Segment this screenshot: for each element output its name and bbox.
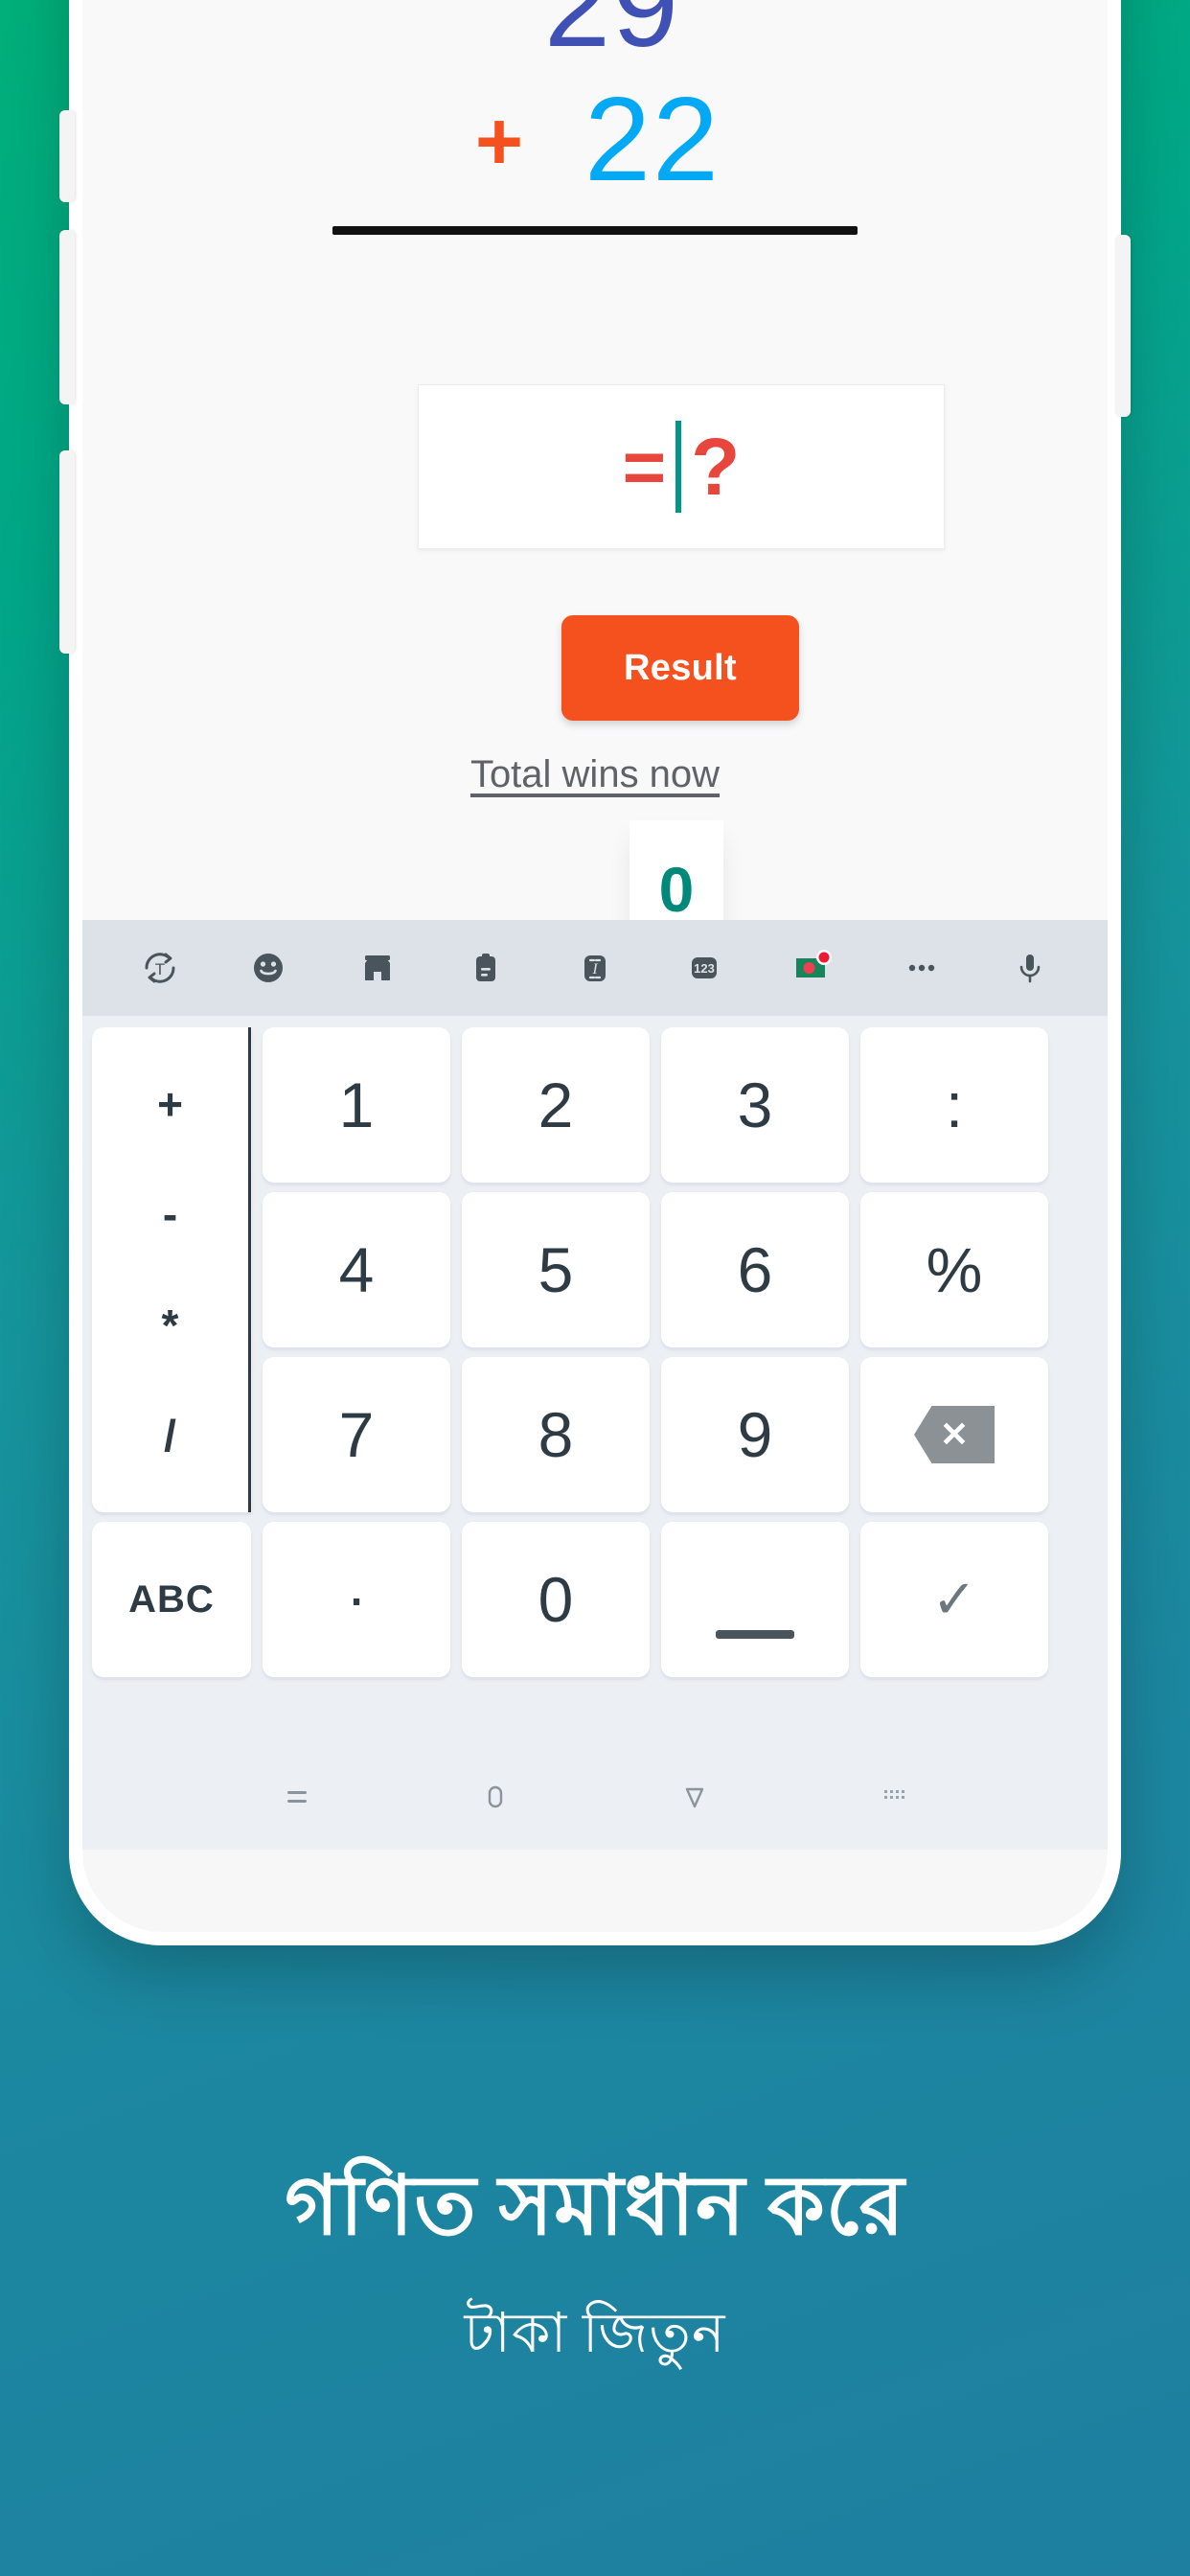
key-divide[interactable]: / xyxy=(164,1414,176,1458)
phone-screen: 29 + 22 = ? Result Total wins now 0 T I … xyxy=(82,0,1108,1932)
checkmark-icon: ✓ xyxy=(931,1569,977,1629)
key-enter[interactable]: ✓ xyxy=(860,1522,1048,1677)
tagline-line-1: গণিত সমাধান করে xyxy=(285,2160,905,2252)
phone-mockup: 29 + 22 = ? Result Total wins now 0 T I … xyxy=(59,0,1131,1945)
key-7[interactable]: 7 xyxy=(263,1357,450,1512)
result-button[interactable]: Result xyxy=(561,615,799,721)
operator-symbol: + xyxy=(474,96,524,188)
operator-row: + 22 xyxy=(437,80,753,199)
equals-sign: = xyxy=(622,425,667,509)
total-wins-value: 0 xyxy=(658,854,695,925)
more-options-icon[interactable] xyxy=(888,934,955,1001)
operand-bottom: 22 xyxy=(584,74,721,206)
key-multiply[interactable]: * xyxy=(162,1303,179,1347)
android-nav-bar xyxy=(82,1744,1108,1850)
svg-text:I: I xyxy=(591,961,598,978)
svg-text:123: 123 xyxy=(694,961,715,976)
back-button[interactable] xyxy=(656,1768,733,1826)
space-bar-icon xyxy=(716,1629,794,1639)
numbers-icon[interactable]: 123 xyxy=(671,934,738,1001)
key-9[interactable]: 9 xyxy=(661,1357,849,1512)
key-abc[interactable]: ABC xyxy=(92,1522,251,1677)
equation-divider-line xyxy=(332,226,858,235)
operand-top: 29 xyxy=(544,0,680,72)
keyboard-toolbar: T I 123 xyxy=(82,920,1108,1016)
clipboard-icon[interactable] xyxy=(452,934,519,1001)
key-5[interactable]: 5 xyxy=(462,1192,650,1347)
operator-key-column[interactable]: + - * / xyxy=(92,1027,251,1512)
home-button[interactable] xyxy=(457,1768,534,1826)
svg-text:T: T xyxy=(155,960,165,978)
key-percent[interactable]: % xyxy=(860,1192,1048,1347)
question-mark-placeholder: ? xyxy=(691,422,741,512)
translate-icon[interactable]: T xyxy=(126,934,194,1001)
onscreen-keyboard: T I 123 + - * / 1 2 3: 4 5 6 % 7 8 9 ✕ … xyxy=(82,920,1108,1744)
key-0[interactable]: 0 xyxy=(462,1522,650,1677)
math-problem: 29 + 22 xyxy=(82,0,1108,235)
answer-input[interactable]: = ? xyxy=(418,384,945,549)
keyboard-dismiss-button[interactable] xyxy=(855,1768,931,1826)
microphone-icon[interactable] xyxy=(996,934,1064,1001)
key-3[interactable]: 3 xyxy=(661,1027,849,1183)
tagline: গণিত সমাধান করে টাকা জিতুন xyxy=(0,2161,1190,2383)
text-caret xyxy=(675,421,682,513)
phone-side-button-volume-down xyxy=(59,450,75,654)
phone-side-button-mute xyxy=(59,110,75,202)
recents-button[interactable] xyxy=(259,1768,335,1826)
phone-side-button-power xyxy=(1115,235,1131,417)
phone-side-button-volume-up xyxy=(59,230,75,404)
store-icon[interactable] xyxy=(344,934,411,1001)
emoji-icon[interactable] xyxy=(235,934,302,1001)
text-edit-icon[interactable]: I xyxy=(561,934,629,1001)
language-flag-icon[interactable] xyxy=(779,934,846,1001)
key-period[interactable]: . xyxy=(263,1522,450,1677)
key-1[interactable]: 1 xyxy=(263,1027,450,1183)
key-8[interactable]: 8 xyxy=(462,1357,650,1512)
key-plus[interactable]: + xyxy=(157,1082,183,1126)
backspace-icon: ✕ xyxy=(914,1406,995,1463)
key-minus[interactable]: - xyxy=(163,1192,177,1236)
keyboard-keys: + - * / 1 2 3 : 4 5 6 % 7 8 9 ✕ ABC . 0 … xyxy=(82,1016,1108,1687)
tagline-line-2: টাকা জিতুন xyxy=(464,2301,726,2364)
key-6[interactable]: 6 xyxy=(661,1192,849,1347)
key-2[interactable]: 2 xyxy=(462,1027,650,1183)
key-backspace[interactable]: ✕ xyxy=(860,1357,1048,1512)
total-wins-label: Total wins now xyxy=(469,753,721,795)
key-4[interactable]: 4 xyxy=(263,1192,450,1347)
key-colon[interactable]: : xyxy=(860,1027,1048,1183)
key-space[interactable] xyxy=(661,1522,849,1677)
